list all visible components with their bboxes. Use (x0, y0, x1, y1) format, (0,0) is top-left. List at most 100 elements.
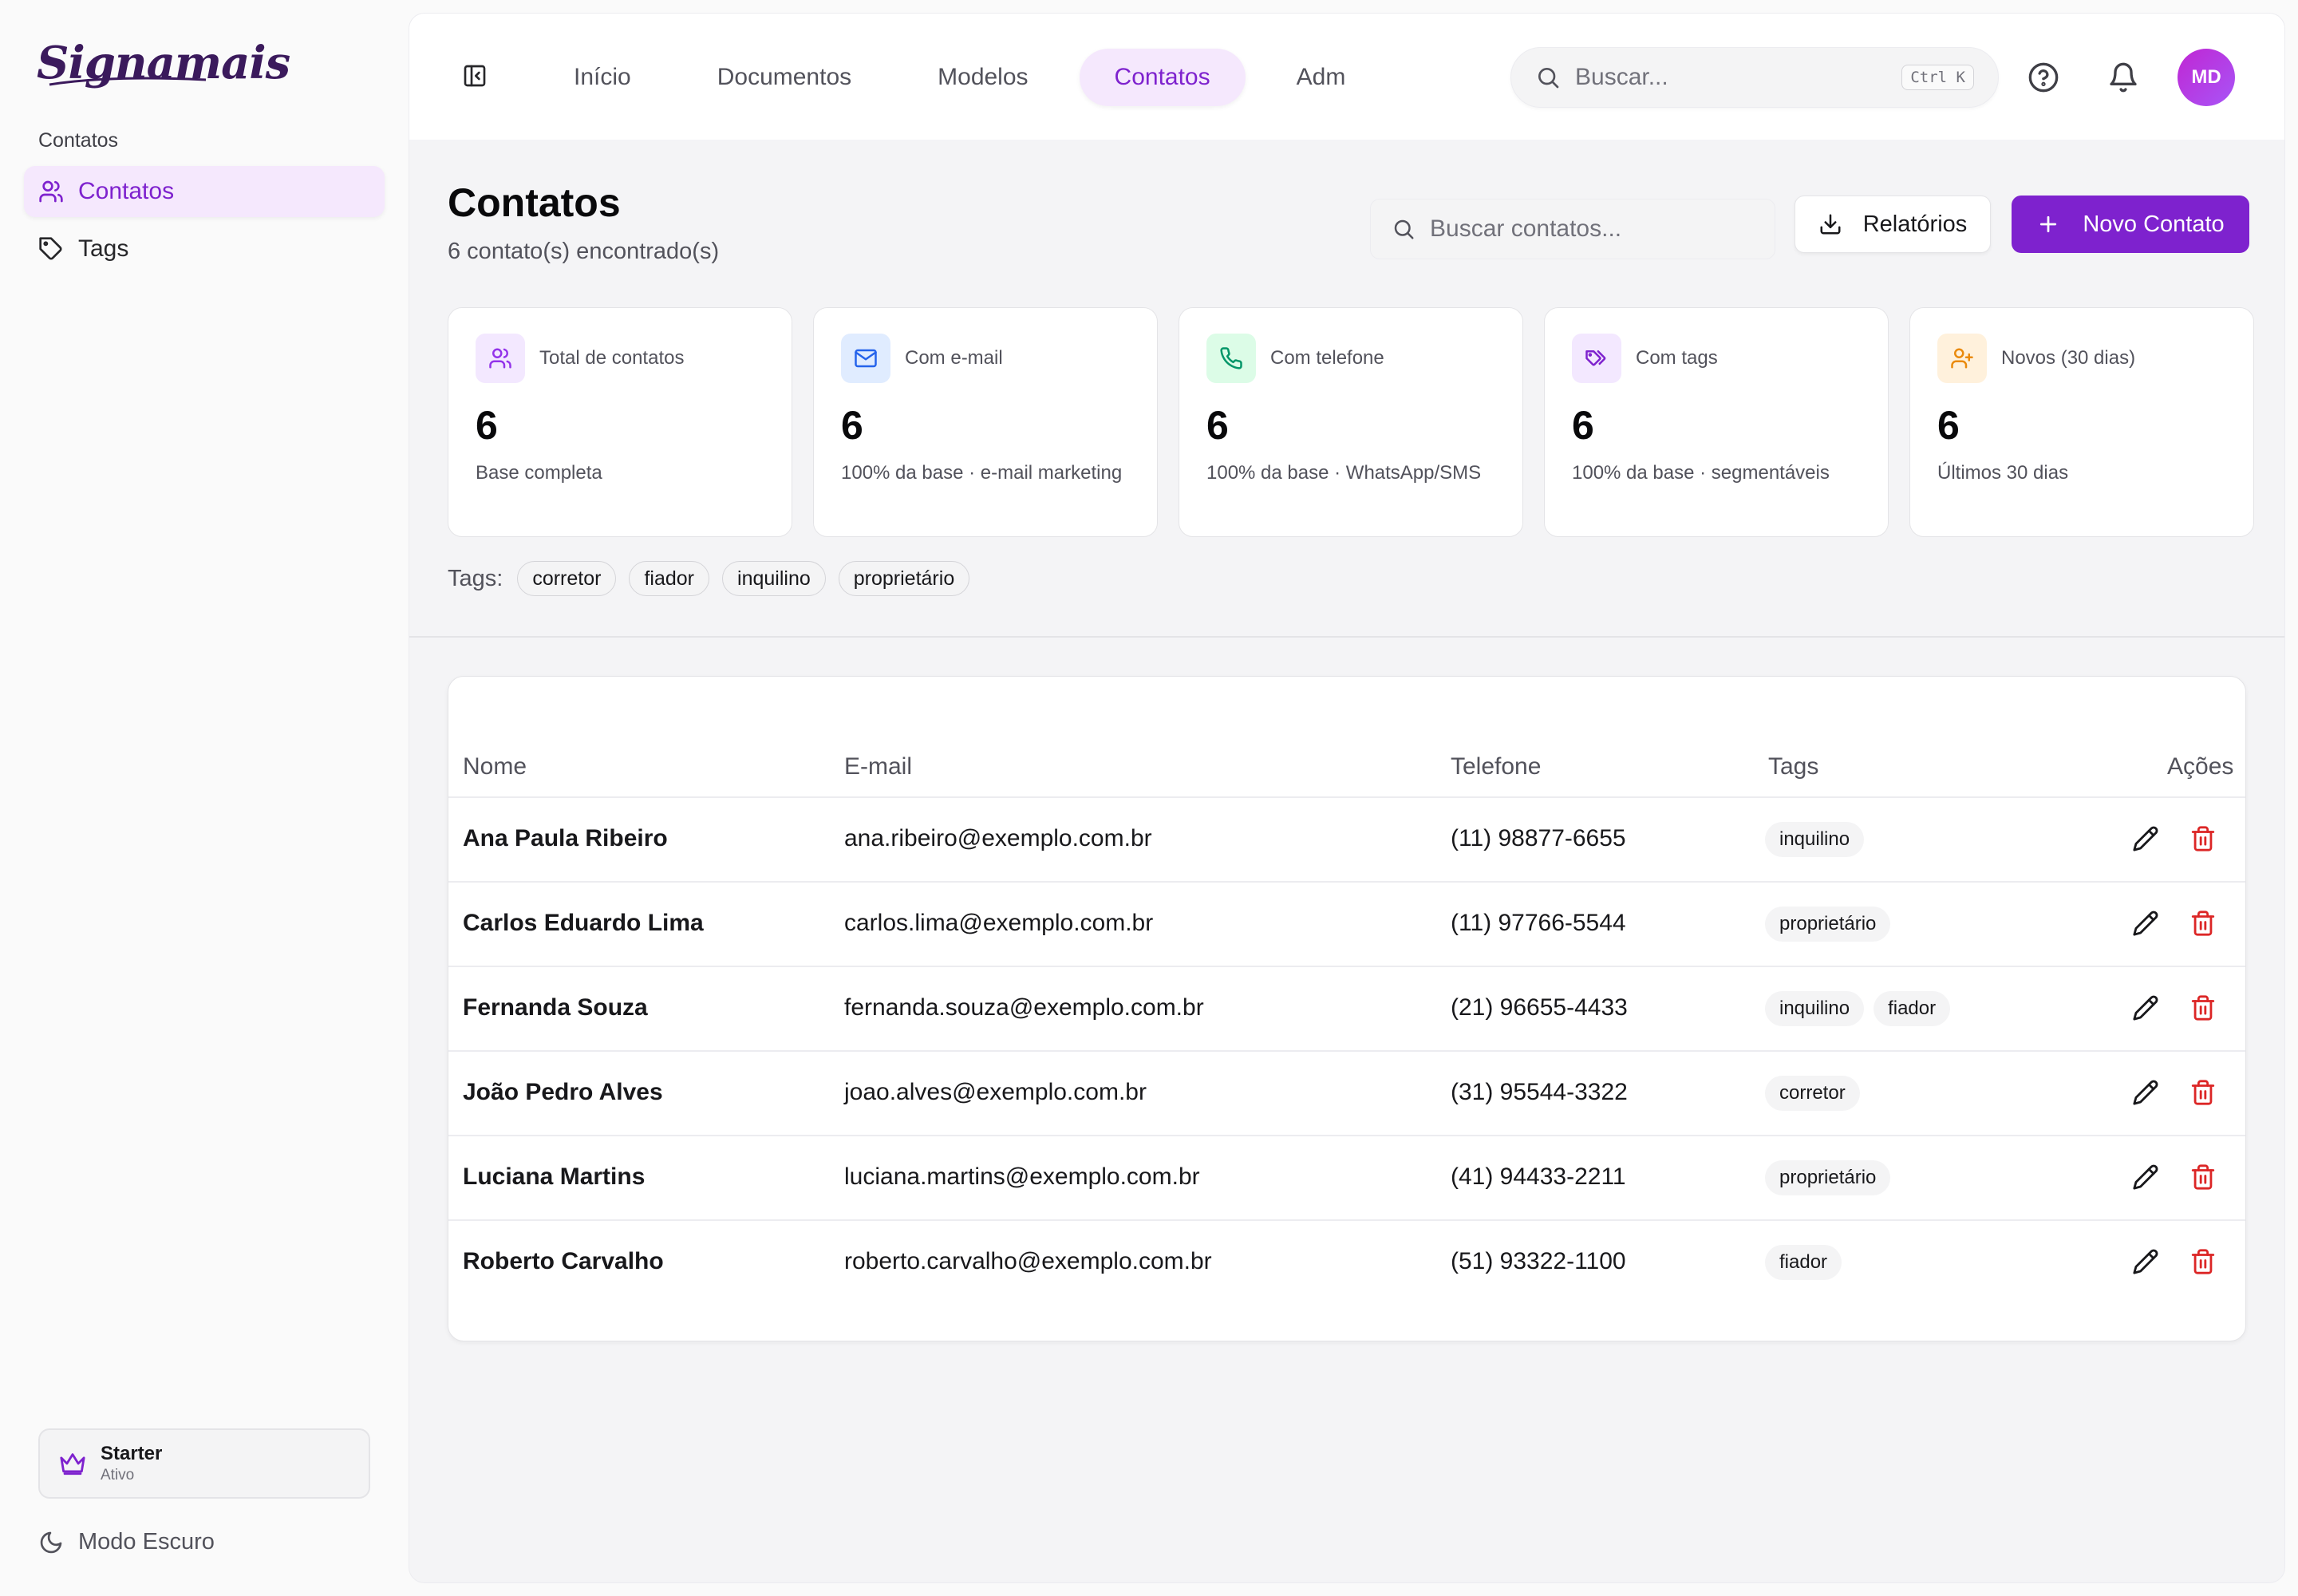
nav-inicio[interactable]: Início (539, 49, 666, 106)
stat-desc: Últimos 30 dias (1937, 462, 2069, 484)
stat-card-total: Total de contatos 6 Base completa (448, 307, 792, 537)
stat-desc: Base completa (476, 462, 602, 484)
stat-card-tags: Com tags 6 100% da base · segmentáveis (1544, 307, 1889, 537)
trash-icon[interactable] (2189, 1163, 2217, 1191)
stat-desc: 100% da base · segmentáveis (1572, 462, 1830, 484)
page-title: Contatos (448, 180, 621, 225)
stat-value: 6 (1206, 403, 1229, 448)
trash-icon[interactable] (2189, 910, 2217, 937)
mail-icon (841, 334, 890, 383)
column-header-name[interactable]: Nome (463, 753, 527, 780)
column-header-actions: Ações (2167, 753, 2234, 780)
bell-icon[interactable] (2107, 61, 2139, 93)
nav-modelos[interactable]: Modelos (902, 49, 1063, 106)
tag-filter-chip-corretor[interactable]: corretor (517, 561, 617, 596)
contact-name: Luciana Martins (463, 1163, 646, 1190)
nav-documentos[interactable]: Documentos (682, 49, 886, 106)
row-tag-chip: fiador (1874, 991, 1951, 1026)
reports-button[interactable]: Relatórios (1795, 196, 1991, 253)
tag-filter: Tags: corretor fiador inquilino propriet… (448, 561, 970, 596)
edit-icon[interactable] (2132, 994, 2159, 1021)
contact-email: ana.ribeiro@exemplo.com.br (844, 825, 1152, 851)
phone-icon (1206, 334, 1256, 383)
stat-desc: 100% da base · e-mail marketing (841, 462, 1123, 484)
column-header-tags: Tags (1768, 753, 1819, 780)
nav-contatos[interactable]: Contatos (1079, 49, 1246, 106)
stat-value: 6 (841, 403, 863, 448)
edit-icon[interactable] (2132, 1248, 2159, 1275)
table-row[interactable]: Carlos Eduardo Lima carlos.lima@exemplo.c… (448, 883, 2245, 967)
top-nav: Início Documentos Modelos Contatos Adm (539, 49, 1380, 106)
stat-value: 6 (476, 403, 498, 448)
contact-tags: inquilino fiador (1765, 991, 1951, 1026)
nav-adm[interactable]: Adm (1262, 49, 1381, 106)
sidebar-item-tags[interactable]: Tags (24, 223, 385, 275)
contact-search-input[interactable]: Buscar contatos... (1370, 199, 1775, 259)
trash-icon[interactable] (2189, 1248, 2217, 1275)
new-contact-label: Novo Contato (2083, 211, 2225, 237)
contact-tags: fiador (1765, 1245, 1842, 1280)
contact-tags: corretor (1765, 1076, 1860, 1111)
new-contact-button[interactable]: Novo Contato (2012, 196, 2249, 253)
search-icon (1535, 65, 1561, 90)
plus-icon (2036, 212, 2060, 236)
plan-card[interactable]: Starter Ativo (38, 1428, 370, 1499)
moon-icon (38, 1530, 64, 1555)
stat-card-phone: Com telefone 6 100% da base · WhatsApp/S… (1179, 307, 1523, 537)
dark-mode-toggle[interactable]: Modo Escuro (38, 1529, 215, 1555)
table-row[interactable]: Roberto Carvalho roberto.carvalho@exemplo… (448, 1221, 2245, 1306)
sidebar-collapse-icon[interactable] (462, 63, 488, 89)
table-header: Nome E-mail Telefone Tags Ações (448, 734, 2245, 798)
contact-tags: proprietário (1765, 1160, 1891, 1195)
logo-swoosh (49, 77, 207, 86)
contacts-count: 6 contato(s) encontrado(s) (448, 239, 720, 264)
section-divider (409, 636, 2284, 638)
column-header-email[interactable]: E-mail (844, 753, 912, 780)
table-row[interactable]: Fernanda Souza fernanda.souza@exemplo.com… (448, 967, 2245, 1052)
edit-icon[interactable] (2132, 910, 2159, 937)
search-shortcut-badge: Ctrl K (1901, 65, 1974, 90)
tag-filter-chip-proprietario[interactable]: proprietário (838, 561, 970, 596)
contact-tags: inquilino (1765, 822, 1865, 857)
stat-label: Com tags (1636, 347, 1718, 369)
contacts-table: Nome E-mail Telefone Tags Ações Ana Paul… (448, 676, 2246, 1341)
help-icon[interactable] (2028, 61, 2059, 93)
contact-phone: (41) 94433-2211 (1451, 1163, 1626, 1190)
sidebar-item-contatos[interactable]: Contatos (24, 166, 385, 217)
sidebar-item-label: Contatos (78, 178, 175, 204)
user-avatar[interactable]: MD (2178, 49, 2235, 106)
tag-filter-chip-fiador[interactable]: fiador (629, 561, 710, 596)
contact-name: João Pedro Alves (463, 1079, 663, 1105)
users-icon (38, 179, 64, 204)
table-row[interactable]: Luciana Martins luciana.martins@exemplo.c… (448, 1136, 2245, 1221)
global-search-input[interactable]: Buscar... Ctrl K (1510, 47, 1999, 108)
contact-phone: (51) 93322-1100 (1451, 1248, 1626, 1274)
stat-label: Com telefone (1270, 347, 1384, 369)
contact-phone: (11) 97766-5544 (1451, 910, 1626, 936)
stat-label: Total de contatos (539, 347, 685, 369)
edit-icon[interactable] (2132, 1163, 2159, 1191)
contact-email: luciana.martins@exemplo.com.br (844, 1163, 1200, 1190)
stat-desc: 100% da base · WhatsApp/SMS (1206, 462, 1482, 484)
sidebar: Signamais Contatos Contatos Tags Starter… (0, 0, 407, 1596)
plan-name: Starter (101, 1443, 163, 1464)
table-row[interactable]: Ana Paula Ribeiro ana.ribeiro@exemplo.com… (448, 798, 2245, 883)
tag-icon (38, 236, 64, 262)
trash-icon[interactable] (2189, 825, 2217, 852)
stat-card-new: Novos (30 dias) 6 Últimos 30 dias (1909, 307, 2254, 537)
contact-email: joao.alves@exemplo.com.br (844, 1079, 1147, 1105)
column-header-phone[interactable]: Telefone (1451, 753, 1541, 780)
table-row[interactable]: João Pedro Alves joao.alves@exemplo.com.b… (448, 1052, 2245, 1136)
tag-filter-chip-inquilino[interactable]: inquilino (722, 561, 826, 596)
crown-icon (59, 1450, 86, 1477)
sidebar-item-label: Tags (78, 235, 129, 262)
user-plus-icon (1937, 334, 1987, 383)
row-tag-chip: inquilino (1765, 822, 1865, 857)
trash-icon[interactable] (2189, 1079, 2217, 1106)
download-icon (1818, 212, 1842, 236)
row-tag-chip: proprietário (1765, 1160, 1891, 1195)
trash-icon[interactable] (2189, 994, 2217, 1021)
edit-icon[interactable] (2132, 825, 2159, 852)
tag-filter-label: Tags: (448, 565, 503, 591)
edit-icon[interactable] (2132, 1079, 2159, 1106)
